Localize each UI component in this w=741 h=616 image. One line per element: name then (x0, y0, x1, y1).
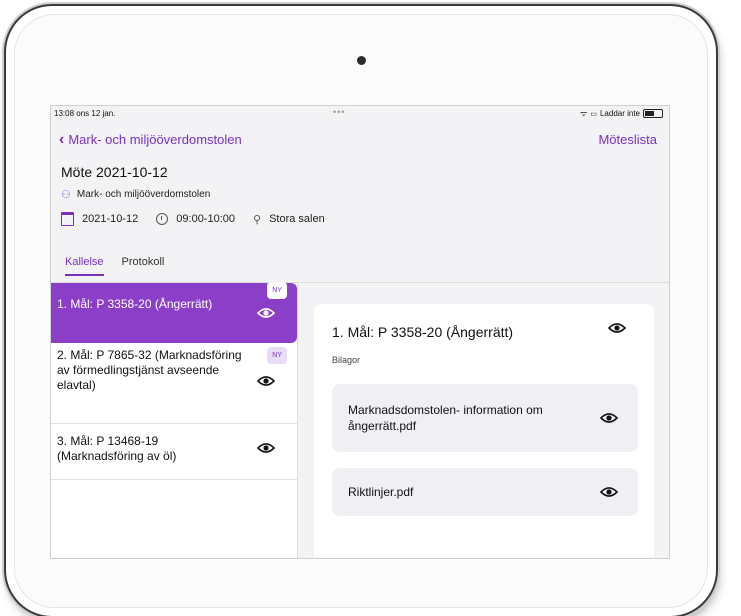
camera-icon (357, 56, 366, 65)
back-button[interactable]: ‹ Mark- och miljööverdomstolen (59, 130, 242, 148)
tab-protokoll[interactable]: Protokoll (122, 256, 165, 276)
attachment-file[interactable]: Riktlinjer.pdf (332, 468, 638, 516)
agenda-item-text: 2. Mål: P 7865-32 (Marknadsföring av för… (57, 348, 242, 392)
new-badge: NY (267, 282, 287, 299)
meeting-title: Möte 2021-10-12 (61, 164, 168, 180)
agenda-list: NY 1. Mål: P 3358-20 (Ångerrätt) NY 2. M… (51, 282, 298, 558)
meeting-time: 09:00-10:00 (176, 213, 235, 225)
app-screen: 13:08 ons 12 jan. ••• ᯤ ▭ Laddar inte ‹ … (51, 106, 669, 558)
detail-panel: 1. Mål: P 3358-20 (Ångerrätt) Bilagor Ma… (314, 304, 654, 558)
attachments-label: Bilagor (332, 355, 361, 365)
chevron-left-icon: ‹ (59, 130, 65, 148)
list-separator (51, 479, 297, 480)
location-icon: ⚲ (253, 213, 262, 226)
calendar-icon (61, 212, 74, 226)
attachment-name: Riktlinjer.pdf (348, 485, 414, 499)
meeting-list-button[interactable]: Möteslista (598, 132, 657, 147)
org-name: Mark- och miljööverdomstolen (76, 189, 211, 200)
meeting-date: 2021-10-12 (82, 213, 139, 225)
eye-icon[interactable] (600, 412, 618, 424)
meeting-info-row: 2021-10-12 09:00-10:00 ⚲ Stora salen (61, 212, 325, 226)
multitask-dots-icon[interactable]: ••• (333, 107, 345, 117)
eye-icon[interactable] (608, 322, 626, 334)
wifi-icon: ᯤ (580, 109, 588, 118)
eye-icon[interactable] (257, 375, 275, 387)
meeting-room: Stora salen (269, 213, 325, 225)
agenda-item-3[interactable]: 3. Mål: P 13468-19 (Marknadsföring av öl… (51, 424, 297, 478)
agenda-item-1[interactable]: NY 1. Mål: P 3358-20 (Ångerrätt) (51, 282, 297, 343)
eye-icon[interactable] (257, 307, 275, 319)
agenda-item-text: 3. Mål: P 13468-19 (Marknadsföring av öl… (57, 434, 177, 463)
attachment-name: Marknadsdomstolen- information om ångerr… (348, 403, 543, 433)
people-icon: ⚇ (61, 189, 71, 201)
screen-icon: ▭ (590, 110, 597, 118)
tab-bar: Kallelse Protokoll (65, 256, 164, 276)
charging-status: Laddar inte (599, 109, 640, 118)
attachment-file[interactable]: Marknadsdomstolen- information om ångerr… (332, 384, 638, 452)
agenda-item-2[interactable]: NY 2. Mål: P 7865-32 (Marknadsföring av … (51, 343, 297, 423)
status-bar: 13:08 ons 12 jan. ••• ᯤ ▭ Laddar inte (51, 106, 669, 120)
new-badge: NY (267, 347, 287, 364)
eye-icon[interactable] (257, 442, 275, 454)
status-time: 13:08 ons 12 jan. (54, 109, 116, 118)
back-label: Mark- och miljööverdomstolen (68, 132, 242, 147)
battery-icon (643, 109, 663, 118)
clock-icon (156, 213, 169, 225)
tab-kallelse[interactable]: Kallelse (65, 256, 104, 276)
org-row: ⚇ Mark- och miljööverdomstolen (61, 188, 210, 201)
eye-icon[interactable] (600, 486, 618, 498)
agenda-item-text: 1. Mål: P 3358-20 (Ångerrätt) (57, 297, 213, 311)
detail-title: 1. Mål: P 3358-20 (Ångerrätt) (332, 324, 514, 340)
status-right: ᯤ ▭ Laddar inte (580, 108, 663, 119)
